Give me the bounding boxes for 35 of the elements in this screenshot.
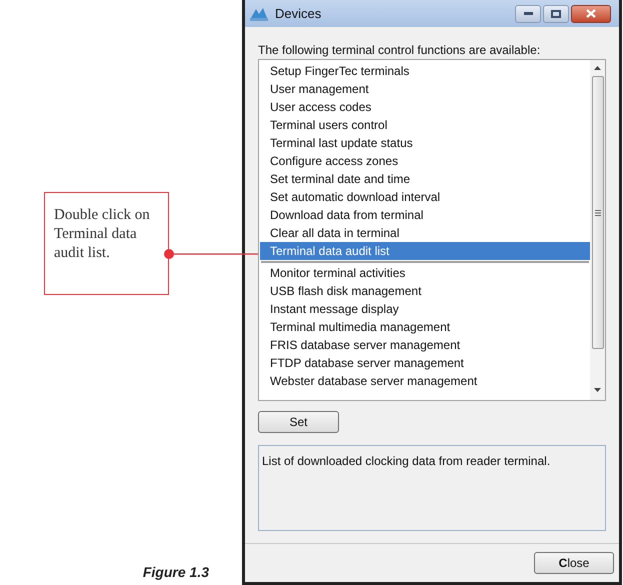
scroll-down-icon	[594, 388, 601, 392]
scroll-up-icon	[594, 66, 601, 70]
list-item[interactable]: Instant message display	[260, 300, 590, 318]
scroll-thumb[interactable]	[592, 76, 604, 349]
list-item[interactable]: Download data from terminal	[260, 206, 590, 224]
window-title: Devices	[275, 4, 322, 23]
minimize-button[interactable]	[515, 4, 541, 22]
list-item[interactable]: Terminal multimedia management	[260, 318, 590, 336]
list-item[interactable]: Clear all data in terminal	[260, 224, 590, 242]
list-item[interactable]: FTDP database server management	[260, 354, 590, 372]
list-item[interactable]: Set automatic download interval	[260, 188, 590, 206]
list-item[interactable]: Terminal data audit list	[260, 242, 590, 260]
list-item[interactable]: Setup FingerTec terminals	[260, 62, 590, 80]
list-item[interactable]: Webster database server management	[260, 372, 590, 390]
app-icon	[249, 6, 269, 22]
grip-icon	[594, 210, 600, 216]
close-button[interactable]	[571, 4, 611, 22]
list-item[interactable]: Terminal last update status	[260, 134, 590, 152]
list-item[interactable]: Terminal users control	[260, 116, 590, 134]
scrollbar[interactable]	[590, 60, 605, 400]
description-box: List of downloaded clocking data from reader terminal.	[258, 445, 606, 531]
close-icon	[586, 9, 596, 18]
close-dialog-button[interactable]: Close	[534, 552, 614, 574]
list-item[interactable]: Set terminal date and time	[260, 170, 590, 188]
list-item[interactable]: FRIS database server management	[260, 336, 590, 354]
list-item[interactable]: USB flash disk management	[260, 282, 590, 300]
set-button[interactable]: Set	[258, 411, 339, 433]
maximize-button[interactable]	[543, 4, 569, 22]
list-item[interactable]: Configure access zones	[260, 152, 590, 170]
list-item[interactable]: User management	[260, 80, 590, 98]
list-item[interactable]: User access codes	[260, 98, 590, 116]
list-item[interactable]: Monitor terminal activities	[260, 264, 590, 282]
callout-box: Double click on Terminal data audit list.	[44, 192, 169, 295]
list-label: The following terminal control functions are available:	[258, 43, 542, 57]
figure-caption: Figure 1.3	[142, 563, 209, 582]
